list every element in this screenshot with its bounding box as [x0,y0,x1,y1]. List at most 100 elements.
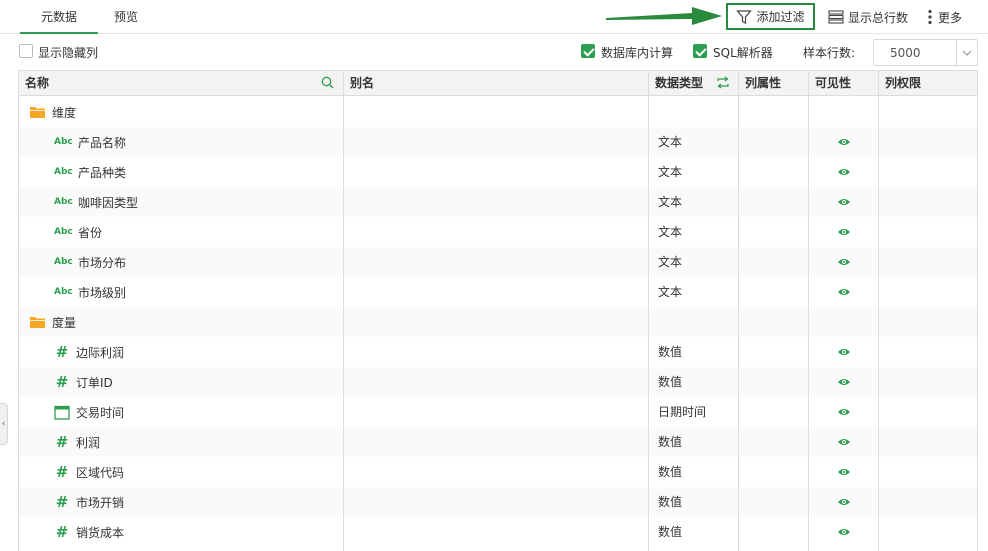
field-name: 产品种类 [78,165,127,180]
data-type-cell: 数值 [658,345,683,359]
top-bar: 元数据 预览 添加过滤 显示总行数 更多 [0,0,988,34]
table-row[interactable]: Abc 市场级别 文本 [19,277,977,307]
table-row[interactable]: # 市场开销 数值 [19,487,977,517]
name-cell: Abc 市场分布 [54,247,126,277]
data-type-cell: 文本 [658,195,683,209]
folder-row[interactable]: 维度 [19,97,977,127]
name-cell: # 销货成本 [54,517,124,547]
data-type-cell: 数值 [658,375,683,389]
sample-rows-label: 样本行数: [803,46,856,60]
field-name: 区域代码 [76,465,125,480]
eye-icon[interactable] [837,196,851,208]
sql-parser-checkbox[interactable] [693,44,707,58]
field-name: 订单ID [76,375,113,390]
more-label: 更多 [938,10,963,25]
name-cell: Abc 产品名称 [54,127,126,157]
number-type-icon: # [55,492,69,511]
text-type-icon: Abc [54,167,73,177]
eye-icon[interactable] [837,346,851,358]
table-row[interactable]: Abc 咖啡因类型 文本 [19,187,977,217]
field-name: 边际利润 [76,345,125,360]
data-type-cell: 文本 [658,225,683,239]
table-row[interactable]: Abc 产品名称 文本 [19,127,977,157]
column-divider [738,71,739,551]
field-name: 市场级别 [78,285,127,300]
table-row[interactable]: # 区域代码 数值 [19,457,977,487]
column-divider [343,71,344,551]
dropdown-toggle[interactable] [956,40,977,65]
eye-icon[interactable] [837,136,851,148]
rows-icon [828,10,844,24]
filter-icon [736,9,753,24]
table-row[interactable]: # 订单ID 数值 [19,367,977,397]
show-total-rows-label: 显示总行数 [848,10,909,25]
table-row[interactable]: Abc 省份 文本 [19,217,977,247]
arrow-annotation [606,7,722,25]
show-hidden-label: 显示隐藏列 [38,46,99,60]
name-cell: # 订单ID [54,367,113,397]
field-name: 产品名称 [78,135,127,150]
db-compute-checkbox[interactable] [581,44,595,58]
eye-icon[interactable] [837,436,851,448]
field-name: 维度 [52,105,77,120]
field-name: 省份 [78,225,103,240]
data-type-cell: 数值 [658,495,683,509]
show-hidden-checkbox[interactable] [19,44,33,58]
text-type-icon: Abc [54,257,73,267]
table-row[interactable]: 交易时间 日期时间 [19,397,977,427]
data-type-cell: 文本 [658,285,683,299]
folder-icon [30,107,45,118]
table-row[interactable]: # 销货成本 数值 [19,517,977,547]
tab-metadata[interactable]: 元数据 [20,0,98,34]
column-divider [808,71,809,551]
table-row[interactable]: Abc 市场分布 文本 [19,247,977,277]
field-name: 度量 [52,315,77,330]
switch-icon[interactable] [716,76,730,89]
field-name: 市场开销 [76,495,125,510]
name-cell: Abc 咖啡因类型 [54,187,138,217]
eye-icon[interactable] [837,466,851,478]
eye-icon[interactable] [837,376,851,388]
column-divider [648,71,649,551]
folder-row[interactable]: 度量 [19,307,977,337]
header-column-attr: 列属性 [745,76,782,90]
table-row[interactable]: # 边际利润 数值 [19,337,977,367]
collapse-panel-handle[interactable]: ‹ [0,403,8,445]
text-type-icon: Abc [54,287,73,297]
header-data-type: 数据类型 [655,76,704,90]
add-filter-button[interactable]: 添加过滤 [726,3,815,30]
text-type-icon: Abc [54,227,73,237]
header-name[interactable]: 名称 [19,71,49,96]
data-type-cell: 数值 [658,525,683,539]
more-button[interactable]: 更多 [928,6,962,28]
field-name: 销货成本 [76,525,125,540]
table-row[interactable]: # 利润 数值 [19,427,977,457]
eye-icon[interactable] [837,256,851,268]
name-cell: Abc 省份 [54,217,102,247]
eye-icon[interactable] [837,286,851,298]
field-name: 咖啡因类型 [78,195,139,210]
eye-icon[interactable] [837,496,851,508]
header-alias: 别名 [350,76,375,90]
tab-preview[interactable]: 预览 [104,0,148,34]
name-cell: 维度 [29,97,76,127]
name-cell: # 边际利润 [54,337,124,367]
number-type-icon: # [55,462,69,481]
show-total-rows-button[interactable]: 显示总行数 [828,6,908,28]
name-cell: # 市场开销 [54,487,124,517]
eye-icon[interactable] [837,226,851,238]
data-type-cell: 文本 [658,255,683,269]
eye-icon[interactable] [837,526,851,538]
options-row: 显示隐藏列 数据库内计算 SQL解析器 样本行数: 5000 [0,36,988,68]
table-header: 名称 别名 数据类型 列属性 可见性 列权限 [19,71,977,96]
data-type-cell: 数值 [658,465,683,479]
eye-icon[interactable] [837,166,851,178]
data-type-cell: 文本 [658,135,683,149]
header-column-perm: 列权限 [885,76,922,90]
table-row[interactable]: Abc 产品种类 文本 [19,157,977,187]
number-type-icon: # [55,372,69,391]
sample-rows-select[interactable]: 5000 [873,39,978,66]
search-icon[interactable] [321,76,334,89]
eye-icon[interactable] [837,406,851,418]
sql-parser-label: SQL解析器 [713,46,773,60]
